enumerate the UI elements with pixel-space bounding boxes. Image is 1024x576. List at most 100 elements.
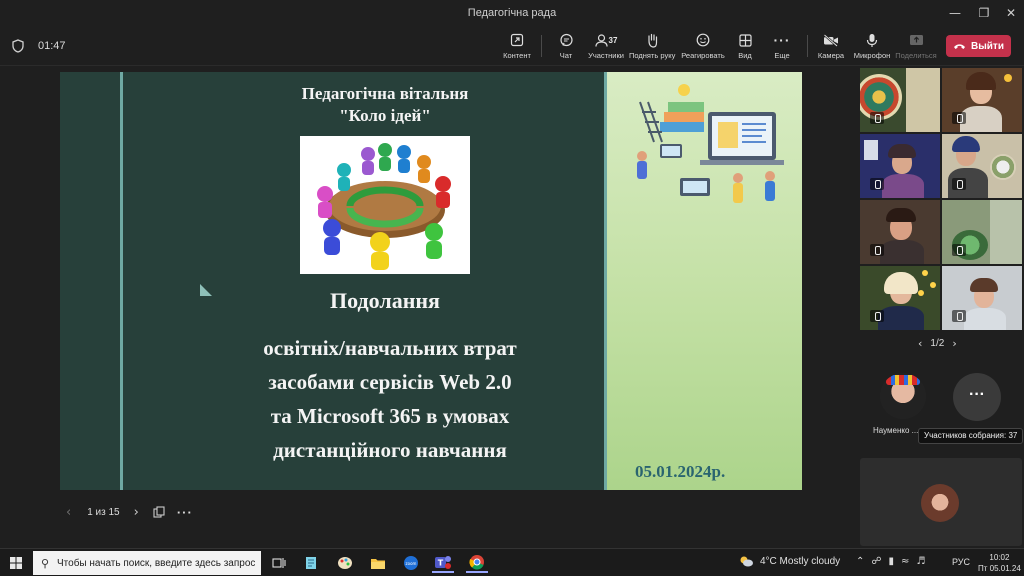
camera-label: Камера — [817, 51, 845, 60]
participant-tile[interactable] — [860, 200, 940, 264]
file-explorer-icon[interactable] — [367, 553, 389, 573]
gallery-pagination: ‹ 1/2 › — [918, 337, 957, 350]
clock-time: 10:02 — [989, 553, 1010, 562]
task-view-icon[interactable] — [268, 553, 290, 573]
self-view-tile[interactable] — [860, 458, 1022, 546]
battery-icon[interactable]: ▮ — [889, 556, 895, 567]
taskbar-clock[interactable]: 10:02 Пт 05.01.24 — [978, 552, 1021, 574]
content-label: Контент — [503, 51, 531, 60]
muted-mic-icon — [870, 310, 884, 322]
more-participants-button[interactable]: ··· — [953, 373, 1001, 421]
taskbar-search-box[interactable]: ⚲ Чтобы начать поиск, введите здесь запр… — [33, 551, 261, 575]
toolbar-divider — [541, 35, 542, 57]
round-table-illustration — [317, 143, 451, 270]
participant-tile[interactable] — [942, 266, 1022, 330]
network-icon[interactable]: ☍ — [871, 556, 881, 567]
system-tray: ⌃ ☍ ▮ ≈ ♬ — [856, 556, 925, 567]
weather-widget[interactable]: 4°C Mostly cloudy — [738, 555, 840, 567]
chrome-app-icon[interactable] — [466, 553, 488, 573]
minimize-icon[interactable]: — — [942, 4, 968, 22]
participant-gallery — [858, 68, 1024, 332]
more-options-button[interactable]: ··· Еще — [759, 31, 805, 63]
slide-sync-icon[interactable] — [153, 506, 165, 518]
restore-icon[interactable]: ❐ — [971, 4, 997, 22]
shield-icon — [12, 39, 24, 53]
participant-tile[interactable] — [860, 266, 940, 330]
meeting-timer: 01:47 — [38, 40, 66, 52]
participant-name: Науменко ... — [873, 426, 919, 435]
wifi-icon[interactable]: ≈ — [901, 556, 909, 567]
browser-app-icon[interactable]: zoom — [400, 553, 422, 573]
share-screen-icon — [909, 35, 923, 45]
gallery-next-icon[interactable]: › — [952, 337, 956, 350]
online-learning-illustration — [637, 84, 784, 203]
close-icon[interactable]: ✕ — [998, 4, 1024, 22]
leave-button[interactable]: Выйти — [946, 35, 1011, 57]
react-label: Реагировать — [681, 51, 725, 60]
teams-app-icon[interactable]: T — [432, 553, 454, 573]
volume-icon[interactable]: ♬ — [916, 556, 925, 567]
gallery-page-indicator: 1/2 — [930, 338, 945, 349]
prev-slide-icon[interactable]: ‹ — [66, 505, 71, 520]
participant-tile[interactable] — [942, 134, 1022, 198]
slide-accent-line — [120, 72, 123, 490]
react-button[interactable]: Реагировать — [680, 31, 726, 63]
next-slide-icon[interactable]: › — [134, 505, 139, 520]
slide-body-line-4: дистанційного навчання — [273, 438, 507, 462]
share-button[interactable]: Поделиться — [893, 31, 939, 63]
paint-app-icon[interactable] — [334, 553, 356, 573]
muted-mic-icon — [952, 310, 966, 322]
notepad-app-icon[interactable] — [300, 553, 322, 573]
muted-mic-icon — [952, 112, 966, 124]
slide-accent-line — [604, 72, 607, 490]
slide-date: 05.01.2024р. — [635, 462, 726, 481]
search-icon: ⚲ — [40, 556, 50, 570]
camera-off-icon — [823, 33, 838, 47]
slide-line-2: "Коло ідей" — [339, 106, 431, 125]
participant-tile[interactable] — [942, 200, 1022, 264]
round-table-image — [300, 136, 470, 274]
slide-line-1: Педагогічна вітальня — [301, 84, 469, 103]
slide-more-icon[interactable]: ··· — [177, 505, 193, 520]
muted-mic-icon — [870, 112, 884, 124]
participant-tile[interactable] — [860, 134, 940, 198]
participant-tile[interactable] — [942, 68, 1022, 132]
content-button[interactable]: Контент — [494, 31, 540, 63]
participants-tooltip: Участников собрания: 37 — [918, 428, 1024, 444]
tray-chevron-icon[interactable]: ⌃ — [856, 556, 864, 567]
presentation-slide: Педагогічна вітальня "Коло ідей" Подолан… — [60, 72, 802, 490]
participants-button[interactable]: 37 Участники — [583, 31, 629, 63]
weather-text: 4°C Mostly cloudy — [760, 555, 841, 567]
slide-navigation: ‹ 1 из 15 › ··· — [60, 502, 193, 522]
microphone-label: Микрофон — [853, 51, 891, 60]
muted-mic-icon — [952, 244, 966, 256]
muted-mic-icon — [952, 178, 966, 190]
chat-icon — [559, 33, 573, 46]
taskbar-search-placeholder: Чтобы начать поиск, введите здесь запрос — [57, 557, 256, 569]
muted-mic-icon — [870, 244, 884, 256]
meeting-toolbar: 01:47 Контент Чат 37 Участники Поднять р… — [0, 26, 1024, 66]
windows-start-icon[interactable] — [10, 557, 22, 569]
leave-label: Выйти — [971, 40, 1004, 52]
svg-text:zoom: zoom — [406, 561, 417, 566]
participant-tile[interactable] — [860, 68, 940, 132]
grid-icon — [738, 33, 752, 47]
smiley-icon — [696, 33, 710, 47]
title-bar: Педагогічна рада — ❐ ✕ — [0, 0, 1024, 26]
raise-hand-button[interactable]: Поднять руку — [629, 31, 675, 63]
raise-hand-label: Поднять руку — [629, 51, 676, 60]
camera-button[interactable]: Камера — [808, 31, 854, 63]
gallery-prev-icon[interactable]: ‹ — [918, 337, 922, 350]
microphone-icon — [866, 33, 878, 47]
self-avatar — [921, 484, 959, 522]
muted-mic-icon — [870, 178, 884, 190]
window-title: Педагогічна рада — [467, 7, 557, 19]
share-label: Поделиться — [895, 51, 937, 60]
cloudy-weather-icon — [740, 556, 753, 567]
microphone-button[interactable]: Микрофон — [849, 31, 895, 63]
participants-label: Участники — [588, 51, 624, 60]
participant-avatar[interactable] — [880, 373, 926, 419]
input-language[interactable]: РУС — [952, 557, 970, 567]
participants-count: 37 — [608, 35, 618, 45]
teams-window: Педагогічна рада — ❐ ✕ 01:47 Контент Чат… — [0, 0, 1024, 576]
